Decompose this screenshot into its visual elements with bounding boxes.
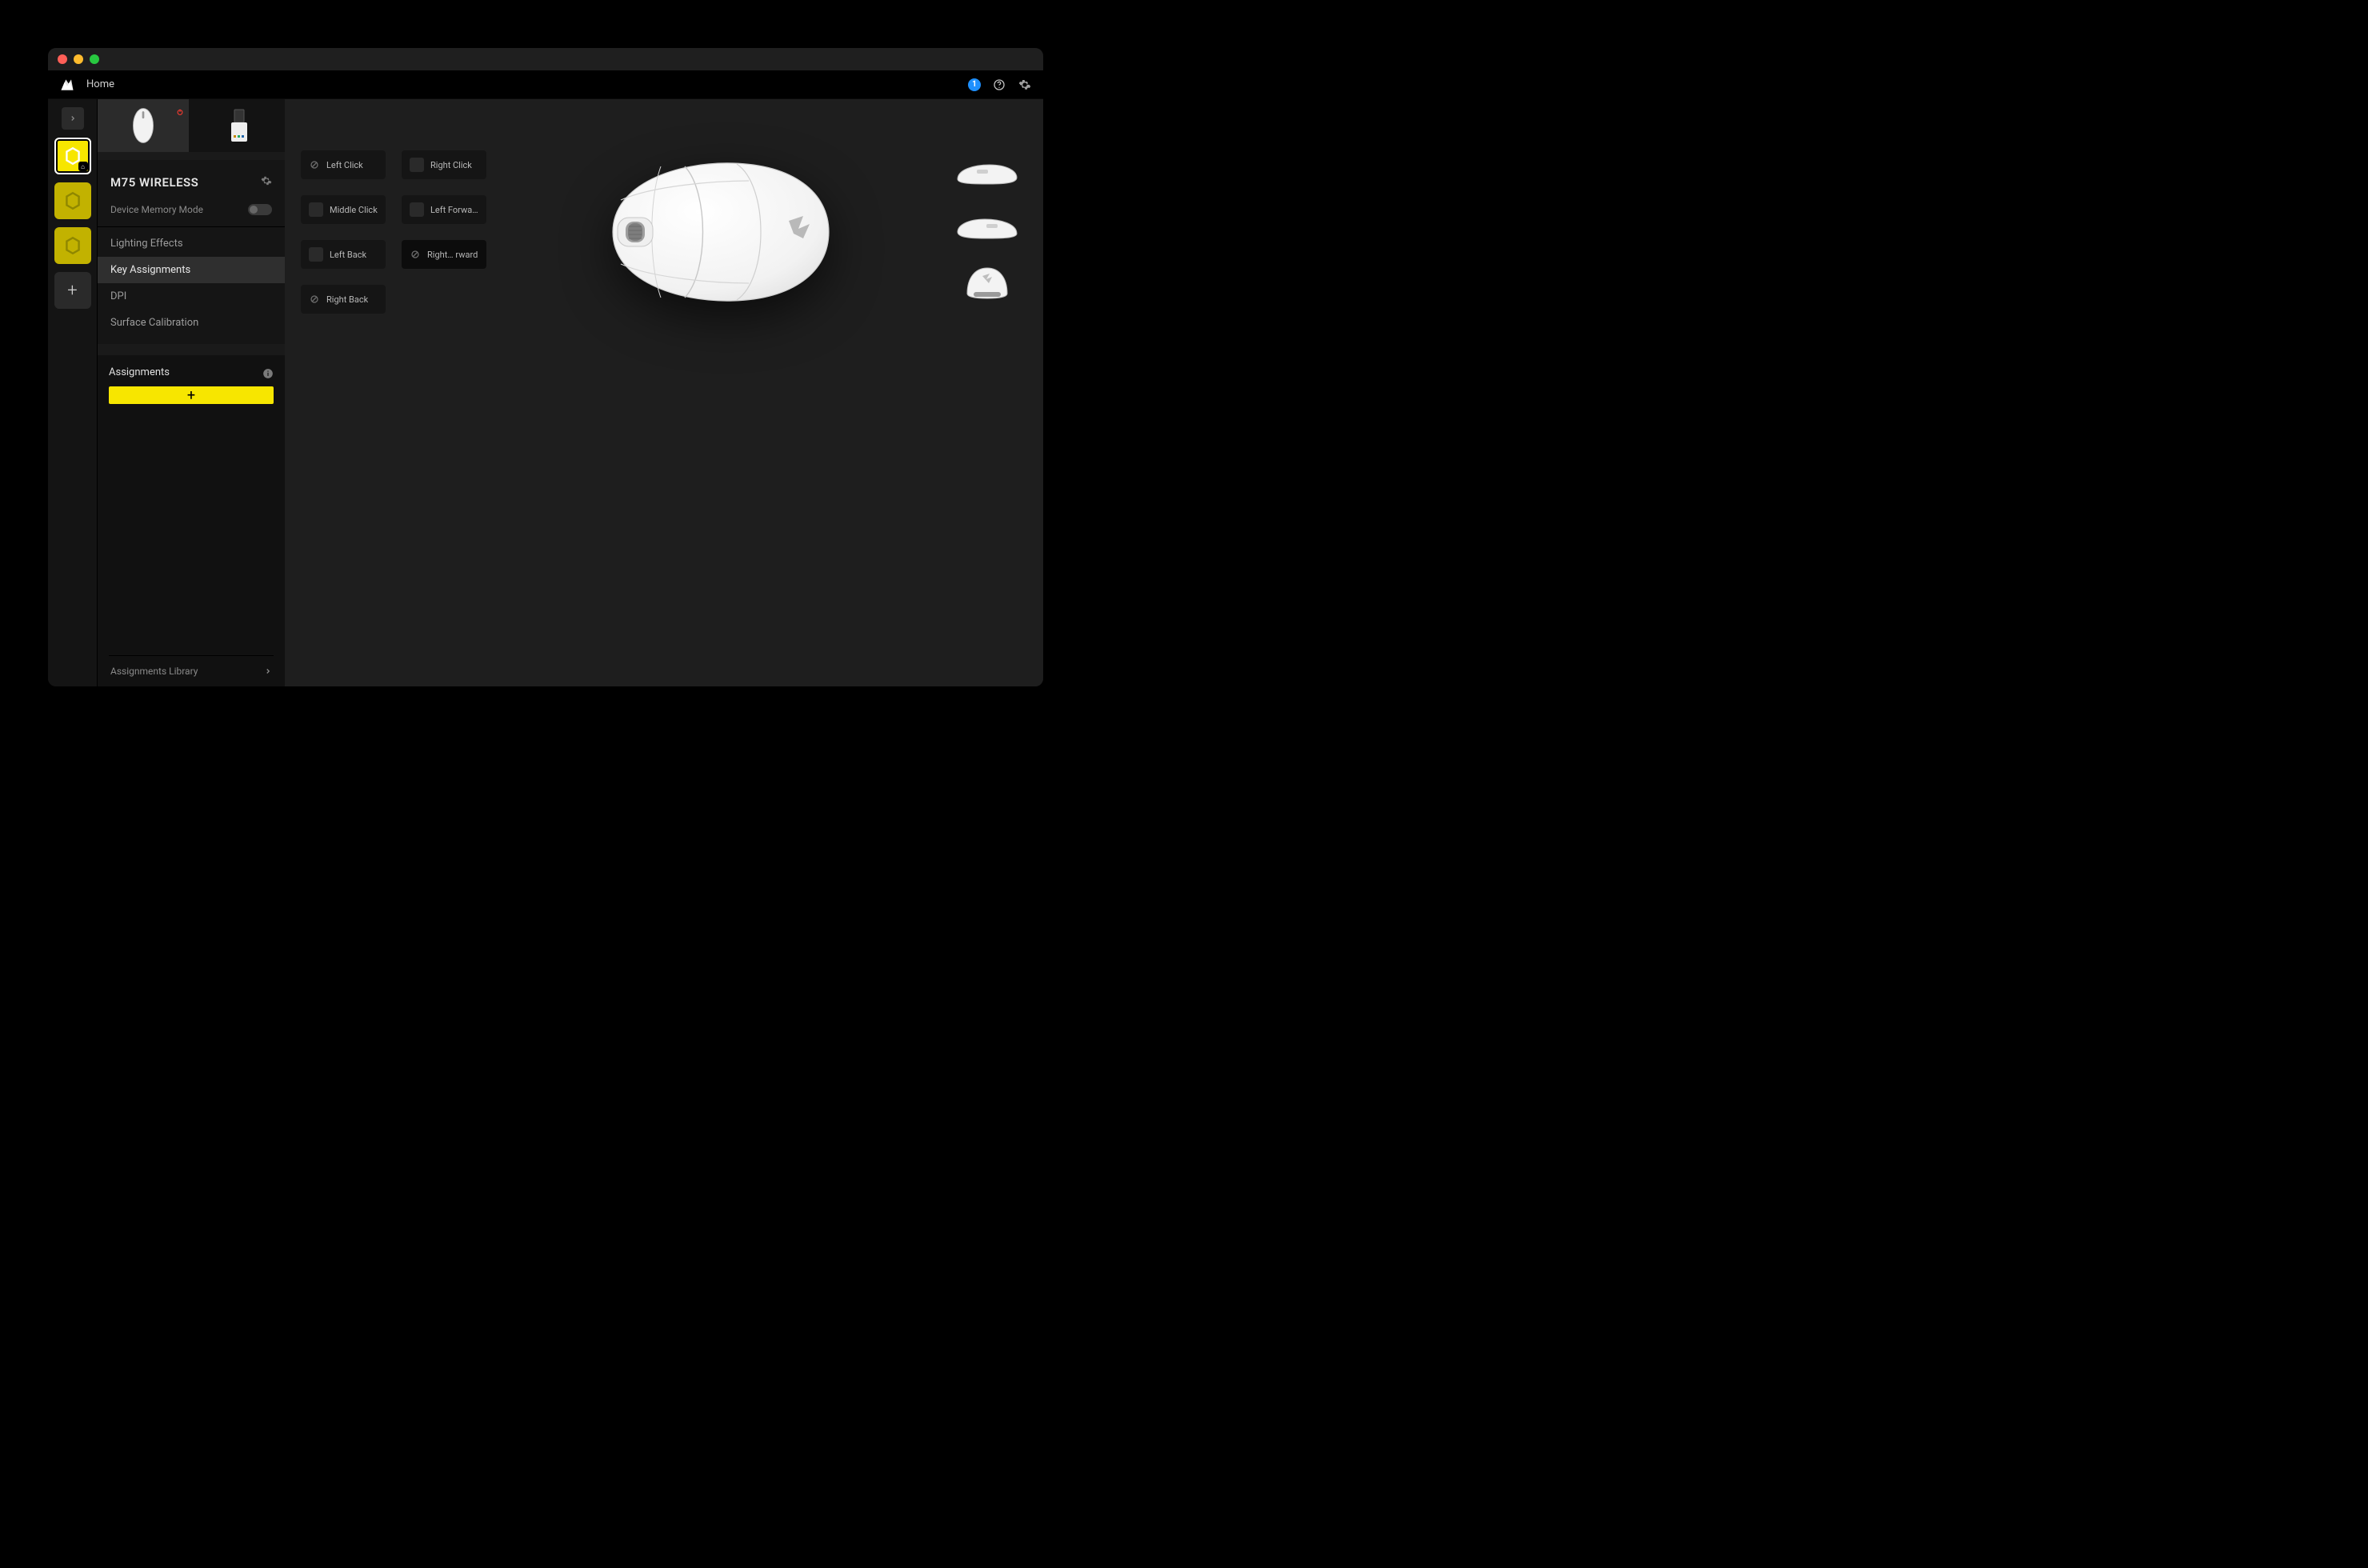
device-strip xyxy=(98,99,285,152)
key-swatch xyxy=(410,158,424,172)
device-settings-icon[interactable] xyxy=(261,174,272,190)
nav-surface-calibration[interactable]: Surface Calibration xyxy=(98,310,285,336)
memory-mode-label: Device Memory Mode xyxy=(110,204,203,215)
topbar: Home 1 xyxy=(48,70,1043,99)
key-right-forward[interactable]: Right… rward xyxy=(402,240,486,269)
app-window: Home 1 ⌂ + xyxy=(48,48,1043,686)
brand-logo-icon xyxy=(59,77,75,93)
key-left-click[interactable]: Left Click xyxy=(301,150,386,179)
home-indicator-icon: ⌂ xyxy=(78,162,88,171)
device-tile-dongle[interactable] xyxy=(194,99,285,152)
key-left-back[interactable]: Left Back xyxy=(301,240,386,269)
view-thumb-side-left[interactable] xyxy=(954,157,1020,190)
key-left-forward[interactable]: Left Forward xyxy=(402,195,486,224)
rail-expand-button[interactable] xyxy=(62,107,84,130)
key-swatch xyxy=(410,202,424,217)
notifications-badge[interactable]: 1 xyxy=(968,78,981,91)
key-assignment-grid: Left Click Right Click Middle Click Left… xyxy=(301,150,486,674)
nav-dpi[interactable]: DPI xyxy=(98,283,285,310)
app-body: ⌂ + xyxy=(48,99,1043,686)
nav-lighting-effects[interactable]: Lighting Effects xyxy=(98,230,285,257)
window-zoom-button[interactable] xyxy=(90,54,99,64)
block-icon xyxy=(309,294,320,305)
window-close-button[interactable] xyxy=(58,54,67,64)
profile-tile-2[interactable] xyxy=(54,182,91,219)
chevron-right-icon xyxy=(264,667,272,675)
key-right-click[interactable]: Right Click xyxy=(402,150,486,179)
add-profile-button[interactable]: + xyxy=(54,272,91,309)
block-icon xyxy=(309,159,320,170)
key-middle-click[interactable]: Middle Click xyxy=(301,195,386,224)
add-assignment-button[interactable]: + xyxy=(109,386,274,404)
profile-rail: ⌂ + xyxy=(48,99,98,686)
help-icon[interactable] xyxy=(992,78,1006,92)
key-swatch xyxy=(309,247,323,262)
mouse-stage xyxy=(486,112,947,674)
assignments-title: Assignments xyxy=(109,366,170,378)
key-right-back[interactable]: Right Back xyxy=(301,285,386,314)
view-thumb-rear[interactable] xyxy=(962,266,1012,299)
power-status-icon xyxy=(176,104,182,110)
device-tile-mouse[interactable] xyxy=(98,99,189,152)
device-header: M75 WIRELESS xyxy=(98,160,285,198)
info-icon[interactable] xyxy=(262,367,274,378)
mouse-top-image xyxy=(589,144,845,320)
memory-mode-row: Device Memory Mode xyxy=(98,198,285,227)
breadcrumb[interactable]: Home xyxy=(86,78,114,90)
profile-tile-active[interactable]: ⌂ xyxy=(54,138,91,174)
window-minimize-button[interactable] xyxy=(74,54,83,64)
assignments-panel: Assignments + Assignments Library xyxy=(98,355,285,686)
device-nav: Lighting Effects Key Assignments DPI Sur… xyxy=(98,227,285,344)
view-thumbnails xyxy=(947,112,1027,674)
memory-mode-toggle[interactable] xyxy=(248,204,272,215)
settings-icon[interactable] xyxy=(1018,78,1032,92)
key-swatch xyxy=(309,202,323,217)
view-thumb-side-right[interactable] xyxy=(954,211,1020,245)
main-canvas: Left Click Right Click Middle Click Left… xyxy=(285,99,1043,686)
assignments-library-button[interactable]: Assignments Library xyxy=(109,655,274,686)
profile-tile-3[interactable] xyxy=(54,227,91,264)
device-title: M75 WIRELESS xyxy=(110,175,198,190)
nav-key-assignments[interactable]: Key Assignments xyxy=(98,257,285,283)
side-panel: M75 WIRELESS Device Memory Mode Lighting… xyxy=(98,99,285,686)
window-titlebar xyxy=(48,48,1043,70)
assignments-library-label: Assignments Library xyxy=(110,666,198,677)
block-icon xyxy=(410,249,421,260)
